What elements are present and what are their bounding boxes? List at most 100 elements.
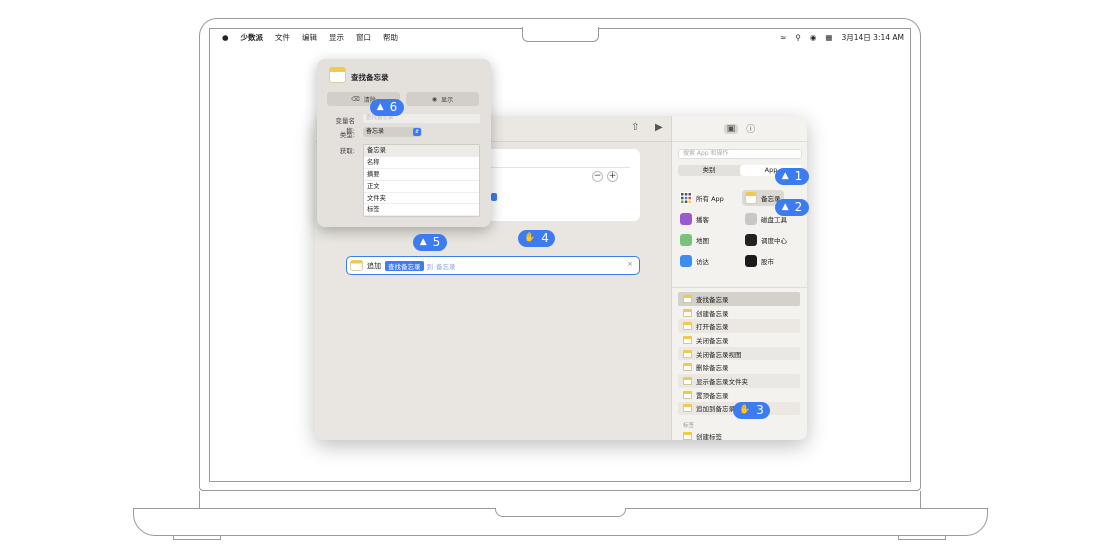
app-podcasts[interactable]: 播客	[680, 211, 709, 227]
menu-datetime[interactable]: 3月14日 3:14 AM	[841, 32, 904, 43]
menu-view[interactable]: 显示	[329, 32, 344, 43]
badge-number: 2	[794, 200, 803, 214]
action-item[interactable]: 创建标签	[678, 429, 800, 440]
quantity-stepper[interactable]: − +	[592, 171, 618, 182]
sidebar-divider	[672, 287, 807, 288]
append-to-note-action[interactable]: 追加 查找备忘录 到 备忘录 ×	[346, 256, 640, 275]
show-button[interactable]: ◉ 显示	[406, 92, 479, 106]
notes-icon	[683, 322, 692, 331]
camera-notch	[522, 27, 599, 42]
notes-icon	[683, 335, 692, 344]
variable-popover: 查找备忘录 ⌫ 清除 ◉ 显示 变量名称: 查找备忘录 类型: 备忘录 ⇵ 获取…	[317, 59, 491, 227]
grab-icon: ✋	[739, 405, 751, 415]
get-option[interactable]: 正文	[364, 181, 479, 193]
action-label: 显示备忘录文件夹	[696, 377, 748, 386]
action-item[interactable]: 显示备忘录文件夹	[678, 374, 800, 388]
get-option[interactable]: 名称	[364, 157, 479, 169]
menu-file[interactable]: 文件	[275, 32, 290, 43]
menu-app-name[interactable]: 少数派	[241, 32, 264, 43]
note-placeholder[interactable]: 备忘录	[436, 261, 456, 271]
info-icon[interactable]: ⓘ	[746, 122, 755, 135]
notes-icon	[683, 376, 692, 385]
step-badge-2: ▲ 2	[775, 199, 809, 216]
screen: ● 少数派 文件 编辑 显示 窗口 帮助 ≈ ⚲ ◉ ▦ 3月14日 3:14 …	[209, 28, 911, 482]
pointer-icon: ▲	[419, 237, 427, 247]
notes-icon	[683, 390, 692, 399]
search-input[interactable]: 搜索 App 和操作	[678, 149, 802, 159]
get-option[interactable]: 标签	[364, 204, 479, 217]
badge-number: 5	[432, 235, 441, 249]
mission-control-icon	[745, 234, 757, 246]
variable-chip-fragment	[491, 193, 497, 201]
action-item[interactable]: 关闭备忘录	[678, 333, 800, 347]
control-center-icon[interactable]: ▦	[825, 33, 832, 42]
badge-number: 1	[794, 169, 803, 183]
wifi-icon[interactable]: ≈	[780, 33, 786, 42]
app-all-apps[interactable]: 所有 App	[680, 190, 724, 206]
maps-icon	[680, 234, 692, 246]
app-finder[interactable]: 访达	[680, 253, 709, 269]
all-apps-icon	[680, 192, 692, 204]
remove-action-icon[interactable]: ×	[627, 260, 633, 268]
section-label: 标签	[683, 423, 695, 430]
action-item[interactable]: 置顶备忘录	[678, 388, 800, 402]
laptop-trackpad-notch	[495, 508, 626, 517]
action-verb: 追加	[367, 261, 381, 270]
sidebar-header: ▣ ⓘ	[672, 116, 807, 142]
eye-icon: ◉	[431, 95, 438, 103]
minus-icon[interactable]: −	[592, 171, 603, 182]
get-options-list: 备忘录 名称 摘要 正文 文件夹 标签	[363, 144, 480, 218]
menu-edit[interactable]: 编辑	[302, 32, 317, 43]
show-label: 显示	[441, 96, 454, 104]
get-option[interactable]: 文件夹	[364, 193, 479, 205]
notes-icon	[683, 308, 692, 317]
library-icon[interactable]: ▣	[723, 123, 739, 134]
run-icon[interactable]: ▶	[655, 122, 663, 133]
laptop-foot-right	[898, 536, 946, 540]
plus-icon[interactable]: +	[607, 171, 618, 182]
notes-icon	[683, 349, 692, 358]
grab-icon: ✋	[524, 233, 536, 243]
notes-icon	[683, 363, 692, 372]
get-option[interactable]: 摘要	[364, 169, 479, 181]
pointer-icon: ▲	[781, 171, 789, 181]
app-maps[interactable]: 地图	[680, 232, 709, 248]
share-icon[interactable]: ⇧	[631, 122, 639, 133]
step-badge-4: ✋ 4	[518, 230, 555, 247]
action-label: 追加到备忘录	[696, 405, 735, 414]
type-select[interactable]: 备忘录 ⇵	[363, 127, 422, 137]
badge-number: 4	[541, 231, 549, 245]
action-item[interactable]: 关闭备忘录视图	[678, 346, 800, 361]
app-stocks[interactable]: 股市	[745, 253, 774, 269]
search-icon[interactable]: ⚲	[795, 33, 801, 42]
notes-icon	[745, 192, 757, 204]
notes-app-icon	[350, 260, 363, 271]
action-label: 创建标签	[696, 433, 722, 440]
action-label: 删除备忘录	[696, 364, 729, 373]
to-label: 到	[426, 262, 434, 271]
podcasts-icon	[680, 213, 692, 225]
step-badge-5: ▲ 5	[413, 234, 447, 251]
laptop-foot-left	[173, 536, 221, 540]
action-item[interactable]: 查找备忘录	[678, 292, 800, 306]
segment-categories[interactable]: 类别	[678, 165, 740, 176]
menu-help[interactable]: 帮助	[383, 32, 398, 43]
badge-number: 3	[756, 403, 764, 417]
app-label: 股市	[761, 258, 774, 266]
apple-menu-icon[interactable]: ●	[222, 33, 229, 42]
menu-window[interactable]: 窗口	[356, 32, 371, 43]
find-notes-variable-token[interactable]: 查找备忘录	[385, 260, 424, 271]
step-badge-6: ▲ 6	[370, 99, 404, 116]
app-mission-control[interactable]: 调度中心	[745, 232, 787, 248]
user-icon[interactable]: ◉	[810, 33, 817, 42]
delete-icon: ⌫	[351, 95, 360, 103]
action-item[interactable]: 打开备忘录	[678, 319, 800, 334]
action-label: 置顶备忘录	[696, 391, 729, 400]
disk-utility-icon	[745, 213, 757, 225]
action-item[interactable]: 删除备忘录	[678, 360, 800, 374]
action-item[interactable]: 创建备忘录	[678, 306, 800, 320]
chevron-updown-icon: ⇵	[413, 128, 421, 136]
action-label: 查找备忘录	[696, 295, 729, 304]
get-option[interactable]: 备忘录	[364, 145, 479, 157]
action-label: 创建备忘录	[696, 309, 729, 318]
